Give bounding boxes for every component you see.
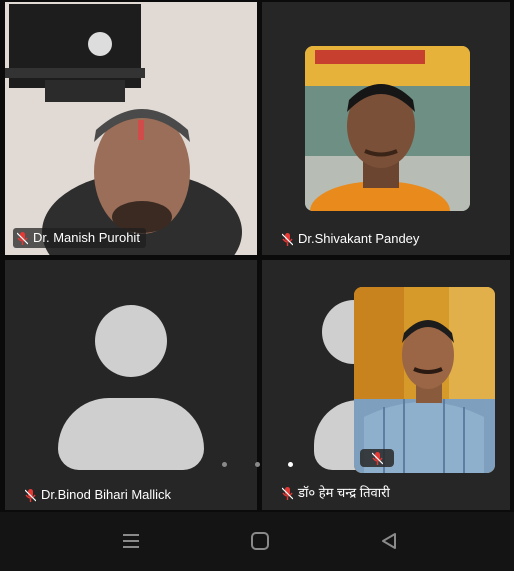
- home-icon[interactable]: [245, 526, 275, 556]
- page-dot-active[interactable]: [287, 462, 293, 467]
- participant-tile-shivakant[interactable]: Dr.Shivakant Pandey: [262, 2, 510, 255]
- avatar-placeholder-body: [58, 398, 204, 470]
- muted-mic-icon: [282, 233, 293, 247]
- muted-mic-icon: [25, 489, 36, 503]
- page-dot[interactable]: [221, 462, 227, 467]
- muted-mic-icon: [17, 232, 28, 246]
- participant-tile-manish[interactable]: Dr. Manish Purohit: [5, 2, 257, 255]
- back-icon[interactable]: [374, 526, 404, 556]
- participant-name: Dr.Binod Bihari Mallick: [41, 487, 172, 502]
- participant-video: [5, 2, 257, 255]
- participant-name: डॉ० हेम चन्द्र तिवारी: [298, 485, 390, 500]
- participant-name-label: डॉ० हेम चन्द्र तिवारी: [282, 484, 390, 502]
- participant-tile-hem-chandra[interactable]: डॉ० हेम चन्द्र तिवारी: [262, 260, 510, 510]
- system-navigation-bar: [0, 512, 514, 571]
- muted-mic-icon: [282, 487, 293, 501]
- page-dot[interactable]: [254, 462, 260, 467]
- participant-video: [305, 46, 470, 211]
- avatar-placeholder-head: [95, 305, 167, 377]
- participant-name: Dr. Manish Purohit: [33, 230, 140, 245]
- self-view-video[interactable]: [354, 287, 495, 473]
- participant-name: Dr.Shivakant Pandey: [298, 231, 420, 246]
- recents-icon[interactable]: [116, 526, 146, 556]
- participant-name-label: Dr.Binod Bihari Mallick: [25, 486, 171, 504]
- page-indicator: [0, 462, 514, 467]
- participant-tile-binod[interactable]: Dr.Binod Bihari Mallick: [5, 260, 257, 510]
- participant-name-label: Dr. Manish Purohit: [13, 228, 146, 248]
- participant-name-label: Dr.Shivakant Pandey: [282, 230, 419, 248]
